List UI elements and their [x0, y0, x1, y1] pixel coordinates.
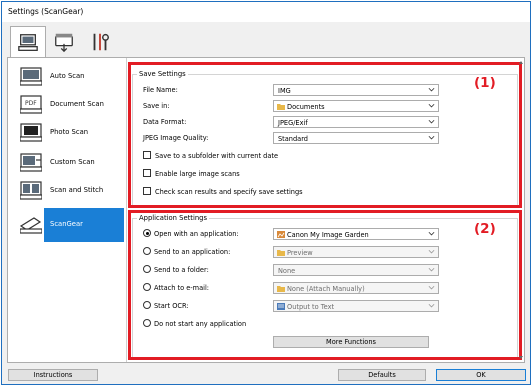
settings-main: Save Settings File Name: IMG Save in: Do…	[128, 58, 524, 362]
sidebar-item-label: Document Scan	[50, 100, 104, 108]
sidebar-item-label: Custom Scan	[50, 158, 95, 166]
sidebar: Auto Scan PDF Document Scan Photo Scan C…	[8, 58, 127, 362]
auto-scan-icon	[20, 67, 42, 86]
photo-scan-icon	[20, 123, 42, 142]
instructions-button[interactable]: Instructions	[8, 369, 98, 381]
scan-and-stitch-icon	[20, 181, 42, 200]
defaults-button[interactable]: Defaults	[338, 369, 426, 381]
scan-from-operation-panel-icon	[55, 33, 73, 52]
annotation-marker-2: (2)	[474, 221, 496, 237]
scan-from-computer-icon	[18, 34, 38, 51]
content-panel: Auto Scan PDF Document Scan Photo Scan C…	[7, 57, 525, 363]
sidebar-item-custom-scan[interactable]: Custom Scan	[10, 150, 122, 176]
sidebar-item-label: Auto Scan	[50, 72, 85, 80]
svg-text:PDF: PDF	[25, 100, 37, 107]
annotation-box-2	[128, 210, 522, 360]
tab-scan-from-operation-panel[interactable]	[46, 26, 82, 57]
sidebar-item-label: Photo Scan	[50, 128, 89, 136]
ok-button[interactable]: OK	[436, 369, 526, 381]
window-title: Settings (ScanGear)	[8, 7, 84, 16]
sidebar-item-auto-scan[interactable]: Auto Scan	[10, 64, 122, 90]
custom-scan-icon	[20, 153, 42, 172]
document-scan-icon: PDF	[20, 95, 42, 114]
tab-general-settings[interactable]	[82, 26, 118, 57]
annotation-marker-1: (1)	[474, 75, 496, 91]
tab-strip	[2, 22, 530, 59]
sidebar-item-photo-scan[interactable]: Photo Scan	[10, 120, 122, 146]
annotation-box-1	[128, 62, 522, 208]
scrollbar[interactable]	[518, 60, 524, 360]
sidebar-item-label: Scan and Stitch	[50, 186, 104, 194]
sidebar-item-scan-and-stitch[interactable]: Scan and Stitch	[10, 178, 122, 204]
title-bar: Settings (ScanGear)	[2, 2, 530, 22]
general-settings-icon	[93, 33, 109, 50]
sidebar-item-scangear[interactable]: ScanGear	[10, 208, 124, 242]
sidebar-item-label: ScanGear	[50, 220, 83, 228]
settings-window: Settings (ScanGear) Auto Scan PDF Docume…	[1, 1, 531, 385]
sidebar-item-document-scan[interactable]: PDF Document Scan	[10, 92, 122, 118]
footer-bar: Instructions Defaults OK	[2, 366, 530, 384]
scangear-icon	[20, 217, 42, 234]
tab-scan-from-computer[interactable]	[10, 26, 46, 59]
